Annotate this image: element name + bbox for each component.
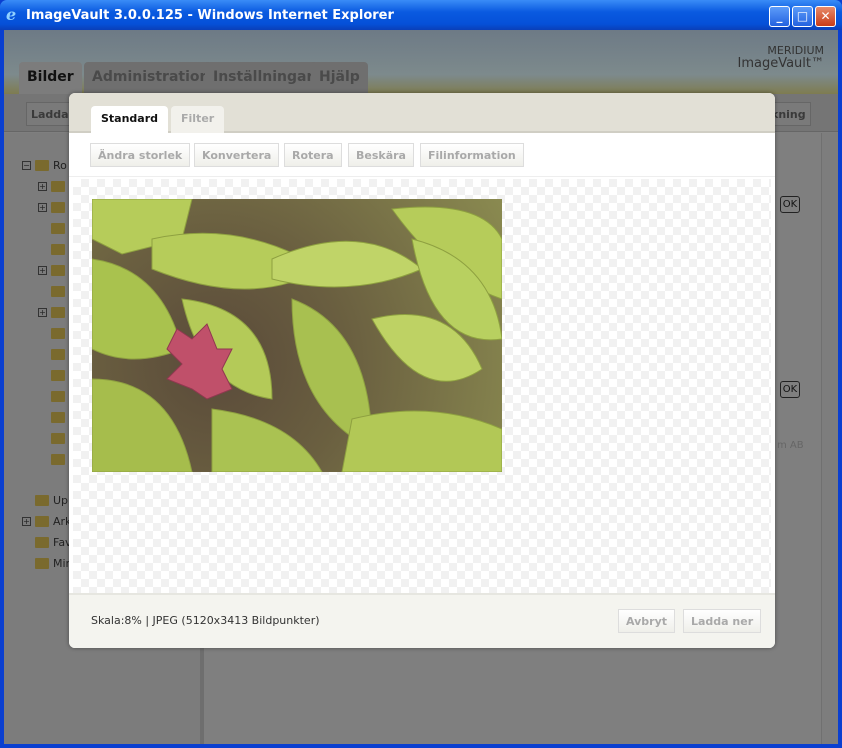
folder-icon [51,180,65,192]
preview-image [91,198,503,473]
folder-icon [51,222,65,234]
image-preview-area [73,179,771,593]
folder-icon [35,515,49,527]
expand-icon[interactable]: + [22,516,31,526]
maximize-button[interactable]: □ [792,6,813,27]
tree-item[interactable]: − Ro [22,157,67,173]
crop-button[interactable]: Beskära [348,143,414,167]
expand-icon[interactable]: − [22,160,31,170]
folder-icon [51,348,65,360]
folder-icon [51,306,65,318]
window-title: ImageVault 3.0.0.125 - Windows Internet … [26,7,394,23]
tree-item[interactable] [38,430,69,446]
rotate-button[interactable]: Rotera [284,143,342,167]
tree-item[interactable] [38,325,69,341]
folder-icon [51,327,65,339]
folder-icon [51,453,65,465]
tree-item[interactable] [38,241,69,257]
expand-icon[interactable]: + [38,265,47,275]
folder-icon [51,264,65,276]
tree-item[interactable] [38,283,69,299]
dialog-footer: Skala:8% | JPEG (5120x3413 Bildpunkter) … [69,593,775,648]
tab-filter[interactable]: Filter [171,106,225,133]
folder-icon [51,411,65,423]
tree-item[interactable]: Fav [22,534,72,550]
expand-icon[interactable]: + [38,181,47,191]
upload-button[interactable]: Ladda [26,102,74,126]
title-bar: e ImageVault 3.0.0.125 - Windows Interne… [0,0,842,30]
tree-item[interactable]: Upp [22,492,75,508]
folder-icon [51,285,65,297]
tree-item-label: Ro [53,158,67,172]
logo: MERIDIUM ImageVault™ [737,44,824,71]
ie-icon: e [6,5,17,24]
tree-item[interactable] [38,346,69,362]
tree-item[interactable]: + [38,199,69,215]
tree-item[interactable] [38,409,69,425]
footer-text: m AB [777,440,804,451]
download-button[interactable]: Ladda ner [683,609,762,633]
folder-icon [51,369,65,381]
image-dialog: Standard Filter Ändra storlek Konvertera… [69,93,775,648]
tree-item[interactable]: + [38,178,69,194]
folder-icon [35,494,49,506]
folder-icon [51,201,65,213]
image-info: Skala:8% | JPEG (5120x3413 Bildpunkter) [91,614,320,627]
tab-bilder[interactable]: Bilder [19,62,82,94]
tree-item[interactable]: Min [22,555,73,571]
close-button[interactable]: ✕ [815,6,836,27]
tab-installningar[interactable]: Inställningar [205,62,322,94]
tree-item[interactable] [38,388,69,404]
tree-item[interactable]: + [38,304,69,320]
header-banner: Bilder Administration Inställningar Hjäl… [4,30,838,94]
ok-button[interactable]: OK [780,196,800,213]
convert-button[interactable]: Konvertera [194,143,280,167]
cancel-button[interactable]: Avbryt [618,609,676,633]
folder-icon [35,159,49,171]
tab-standard[interactable]: Standard [91,106,169,133]
scrollbar[interactable] [821,133,838,744]
tree-item[interactable]: + Ark [22,513,71,529]
folder-icon [51,390,65,402]
tree-item[interactable] [38,451,69,467]
tab-administration[interactable]: Administration [84,62,218,94]
tree-item[interactable]: + [38,262,69,278]
tab-hjalp[interactable]: Hjälp [311,62,368,94]
folder-icon [35,557,49,569]
tree-item[interactable] [38,220,69,236]
resize-button[interactable]: Ändra storlek [90,143,191,167]
ok-button[interactable]: OK [780,381,800,398]
folder-icon [35,536,49,548]
folder-icon [51,432,65,444]
expand-icon[interactable]: + [38,202,47,212]
expand-icon[interactable]: + [38,307,47,317]
folder-icon [51,243,65,255]
minimize-button[interactable]: _ [769,6,790,27]
file-info-button[interactable]: Filinformation [420,143,524,167]
tree-item[interactable] [38,367,69,383]
